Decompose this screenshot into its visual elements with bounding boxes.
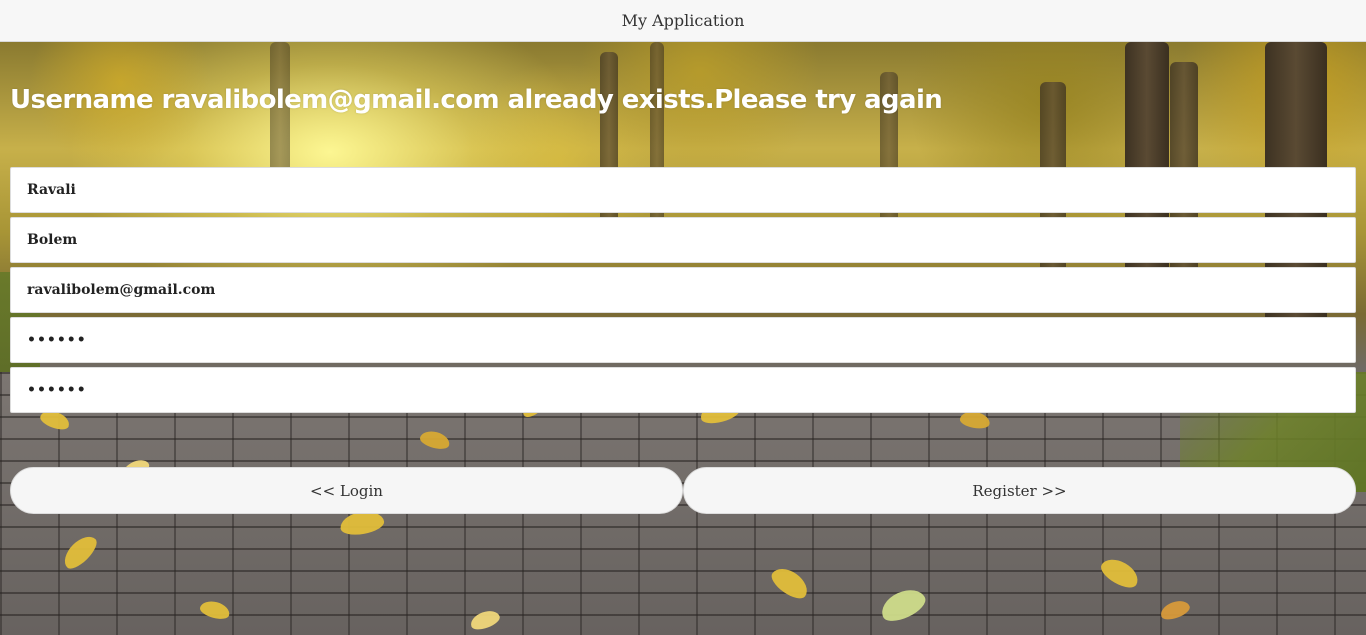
last-name-input[interactable] xyxy=(10,217,1356,263)
register-button[interactable]: Register >> xyxy=(683,467,1356,514)
app-title: My Application xyxy=(621,11,745,30)
login-button[interactable]: << Login xyxy=(10,467,683,514)
leaf xyxy=(876,583,930,627)
leaf xyxy=(198,598,232,622)
app-header: My Application xyxy=(0,0,1366,42)
first-name-input[interactable] xyxy=(10,167,1356,213)
leaf xyxy=(1158,597,1192,623)
confirm-password-input[interactable] xyxy=(10,367,1356,413)
registration-form xyxy=(10,167,1356,417)
email-input[interactable] xyxy=(10,267,1356,313)
password-input[interactable] xyxy=(10,317,1356,363)
leaf xyxy=(1097,553,1143,593)
leaf xyxy=(418,428,452,452)
leaf xyxy=(468,607,502,633)
form-buttons: << Login Register >> xyxy=(10,467,1356,514)
error-message: Username ravalibolem@gmail.com already e… xyxy=(10,85,943,115)
leaf xyxy=(58,530,102,574)
leaf xyxy=(767,562,813,604)
